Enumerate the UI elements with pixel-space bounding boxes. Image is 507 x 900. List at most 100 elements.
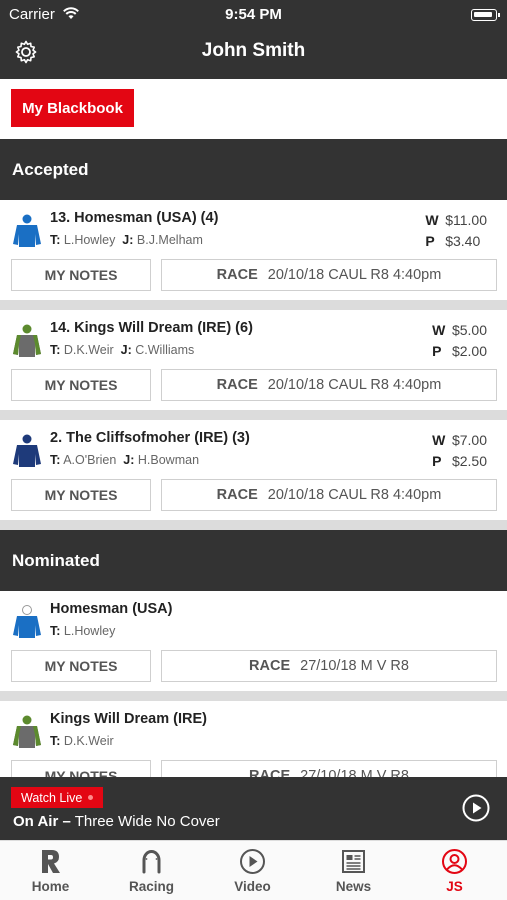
divider — [0, 300, 507, 310]
divider — [0, 691, 507, 701]
tab-label: Home — [31, 879, 70, 894]
my-blackbook-button[interactable]: My Blackbook — [11, 89, 134, 127]
race-info: 20/10/18 CAUL R8 4:40pm — [267, 487, 442, 503]
horse-name[interactable]: 2. The Cliffsofmoher (IRE) (3) — [50, 430, 250, 446]
tab-video[interactable]: Video — [202, 841, 303, 900]
jockey-silk-icon — [13, 214, 41, 247]
trainer-prefix: T: — [50, 453, 61, 467]
divider — [0, 410, 507, 420]
trainer-name: L.Howley — [63, 624, 116, 638]
race-button[interactable]: RACE 20/10/18 CAUL R8 4:40pm — [161, 259, 497, 291]
win-prefix: W — [432, 432, 446, 448]
jockey-silk-icon — [13, 324, 41, 357]
jockey-silk-icon — [13, 715, 41, 748]
play-icon — [240, 849, 265, 874]
tab-label: News — [335, 879, 372, 894]
app-header: Carrier 9:54 PM John Smith — [0, 0, 507, 79]
nominated-runner-card: Homesman (USA) T: L.Howley MY NOTES RACE… — [0, 591, 507, 691]
race-label: RACE — [216, 377, 258, 393]
trainer-name: L.Howley — [63, 233, 116, 247]
horse-name[interactable]: 14. Kings Will Dream (IRE) (6) — [50, 320, 253, 336]
section-header-accepted: Accepted — [0, 139, 507, 200]
odds: W $5.00 P $2.00 — [432, 320, 487, 362]
jockey-prefix: J: — [122, 233, 134, 247]
watch-live-badge[interactable]: Watch Live — [11, 787, 104, 808]
battery-icon — [471, 9, 500, 21]
jockey-name: C.Williams — [135, 343, 195, 357]
trainer-jockey-line: T: A.O'Brien J: H.Bowman — [50, 453, 199, 467]
my-notes-button[interactable]: MY NOTES — [11, 259, 151, 291]
trainer-prefix: T: — [50, 343, 61, 357]
play-icon[interactable] — [462, 794, 490, 822]
live-dot-icon — [88, 795, 94, 800]
tab-bar: Home Racing Video News JS — [0, 840, 507, 900]
odds: W $11.00 P $3.40 — [425, 210, 487, 252]
race-button[interactable]: RACE 20/10/18 CAUL R8 4:40pm — [161, 369, 497, 401]
trainer-prefix: T: — [50, 233, 61, 247]
trainer-jockey-line: T: L.Howley J: B.J.Melham — [50, 233, 203, 247]
place-odds: $3.40 — [445, 233, 481, 249]
trainer-jockey-line: T: D.K.Weir J: C.Williams — [50, 343, 194, 357]
tab-label: JS — [446, 879, 463, 894]
place-odds: $2.50 — [451, 453, 487, 469]
tab-label: Racing — [128, 879, 174, 894]
divider — [0, 520, 507, 530]
r-logo-icon — [42, 850, 60, 873]
win-prefix: W — [425, 212, 439, 228]
trainer-line: T: D.K.Weir — [50, 734, 114, 748]
tab-label: Video — [234, 879, 271, 894]
race-button[interactable]: RACE 20/10/18 CAUL R8 4:40pm — [161, 479, 497, 511]
watch-live-bar[interactable]: Watch Live On Air – Three Wide No Cover — [0, 777, 507, 840]
race-label: RACE — [216, 487, 258, 503]
race-info: 27/10/18 M V R8 — [300, 658, 409, 674]
blackbook-bar: My Blackbook — [0, 79, 507, 139]
place-prefix: P — [432, 343, 442, 359]
program-name: Three Wide No Cover — [74, 813, 220, 830]
user-icon — [442, 849, 467, 874]
trainer-name: A.O'Brien — [63, 453, 117, 467]
horseshoe-icon — [142, 850, 161, 874]
jockey-prefix: J: — [123, 453, 135, 467]
jockey-name: B.J.Melham — [136, 233, 203, 247]
horse-name[interactable]: 13. Homesman (USA) (4) — [50, 210, 218, 226]
race-info: 20/10/18 CAUL R8 4:40pm — [267, 267, 442, 283]
tab-profile[interactable]: JS — [404, 841, 505, 900]
trainer-prefix: T: — [50, 624, 61, 638]
trainer-prefix: T: — [50, 734, 61, 748]
accepted-runner-card: 14. Kings Will Dream (IRE) (6) T: D.K.We… — [0, 310, 507, 410]
place-odds: $2.00 — [451, 343, 487, 359]
my-notes-button[interactable]: MY NOTES — [11, 479, 151, 511]
race-label: RACE — [249, 658, 291, 674]
my-notes-button[interactable]: MY NOTES — [11, 369, 151, 401]
horse-name[interactable]: Homesman (USA) — [50, 601, 172, 617]
tab-news[interactable]: News — [303, 841, 404, 900]
race-button[interactable]: RACE 27/10/18 M V R8 — [161, 650, 497, 682]
trainer-line: T: L.Howley — [50, 624, 115, 638]
newspaper-icon — [342, 850, 365, 873]
jockey-silk-icon — [13, 434, 41, 467]
jockey-silk-icon — [13, 605, 41, 638]
section-header-nominated: Nominated — [0, 530, 507, 591]
place-prefix: P — [432, 453, 442, 469]
on-air-label: On Air – — [13, 813, 71, 830]
win-odds: $11.00 — [445, 212, 487, 228]
clock: 9:54 PM — [225, 6, 282, 23]
accepted-runner-card: 13. Homesman (USA) (4) T: L.Howley J: B.… — [0, 200, 507, 300]
page-title: John Smith — [201, 40, 306, 61]
status-bar: Carrier 9:54 PM — [0, 4, 507, 26]
win-prefix: W — [432, 322, 446, 338]
trainer-name: D.K.Weir — [63, 734, 114, 748]
jockey-name: H.Bowman — [137, 453, 200, 467]
on-air-line: On Air – Three Wide No Cover — [13, 813, 220, 830]
win-odds: $5.00 — [451, 322, 487, 338]
my-notes-button[interactable]: MY NOTES — [11, 650, 151, 682]
place-prefix: P — [425, 233, 435, 249]
jockey-prefix: J: — [120, 343, 132, 357]
tab-racing[interactable]: Racing — [101, 841, 202, 900]
win-odds: $7.00 — [451, 432, 487, 448]
watch-live-label: Watch Live — [21, 790, 83, 805]
tab-home[interactable]: Home — [0, 841, 101, 900]
odds: W $7.00 P $2.50 — [432, 430, 487, 472]
horse-name[interactable]: Kings Will Dream (IRE) — [50, 711, 207, 727]
accepted-runner-card: 2. The Cliffsofmoher (IRE) (3) T: A.O'Br… — [0, 420, 507, 520]
